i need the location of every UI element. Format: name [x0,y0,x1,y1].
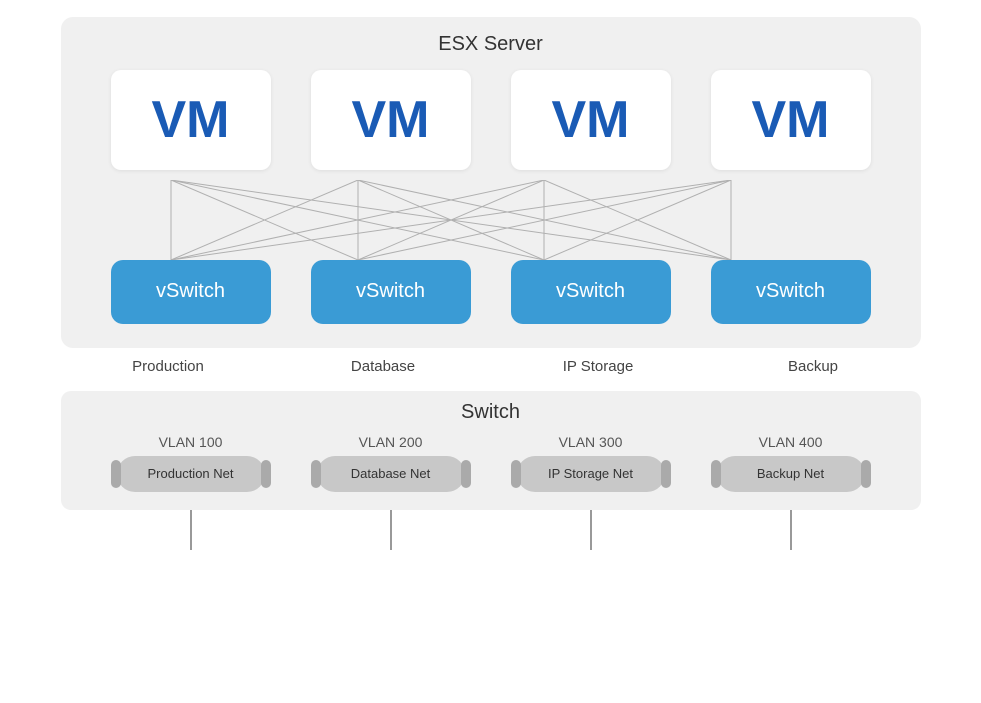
vlan-label-1: VLAN 100 [159,434,223,450]
vline-4 [711,510,871,550]
vlines-row [61,510,921,550]
vswitch-box-1: vSwitch [111,260,271,324]
network-pill-3: IP Storage Net [517,456,665,492]
switch-title: Switch [91,401,891,424]
vswitch-label-1: Production [88,358,248,375]
vm-box-2: VM [311,70,471,170]
vlan-col-2: VLAN 200 Database Net [311,434,471,492]
vswitch-box-3: vSwitch [511,260,671,324]
vlan-col-3: VLAN 300 IP Storage Net [511,434,671,492]
vlan-label-3: VLAN 300 [559,434,623,450]
vm-box-3: VM [511,70,671,170]
vm-row: VM VM VM VM [91,70,891,170]
vm-box-4: VM [711,70,871,170]
vswitch-labels: Production Database IP Storage Backup [61,358,921,375]
vlan-label-2: VLAN 200 [359,434,423,450]
network-pill-2: Database Net [317,456,465,492]
vline-3 [511,510,671,550]
vswitch-label-3: IP Storage [518,358,678,375]
esx-server-box: ESX Server VM VM VM VM [61,17,921,348]
vlan-row: VLAN 100 Production Net VLAN 200 Databas… [91,434,891,492]
vswitch-box-2: vSwitch [311,260,471,324]
esx-server-title: ESX Server [91,33,891,56]
network-pill-4: Backup Net [717,456,865,492]
vswitch-row: vSwitch vSwitch vSwitch vSwitch [91,260,891,324]
vswitch-box-4: vSwitch [711,260,871,324]
vm-box-1: VM [111,70,271,170]
vlan-col-4: VLAN 400 Backup Net [711,434,871,492]
vswitch-label-4: Backup [733,358,893,375]
connectors-svg [91,180,891,260]
diagram-container: ESX Server VM VM VM VM [31,17,951,687]
vlan-col-1: VLAN 100 Production Net [111,434,271,492]
switch-section: Switch VLAN 100 Production Net VLAN 200 … [61,391,921,510]
vswitch-label-2: Database [303,358,463,375]
network-pill-1: Production Net [117,456,265,492]
vline-2 [311,510,471,550]
vline-1 [111,510,271,550]
vlan-label-4: VLAN 400 [759,434,823,450]
